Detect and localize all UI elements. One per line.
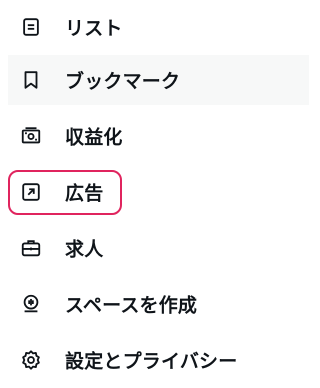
menu-item-label: ブックマーク	[65, 70, 181, 93]
list-icon	[20, 16, 42, 38]
menu-item-label: リスト	[65, 17, 123, 40]
menu-item-label: 求人	[65, 238, 104, 261]
gear-icon	[20, 349, 42, 371]
menu-item-monetization[interactable]: 収益化	[8, 111, 309, 161]
menu-item-label: 広告	[65, 182, 104, 205]
menu-item-ads[interactable]: 広告	[8, 167, 309, 217]
ads-external-link-icon	[20, 181, 42, 203]
more-menu: リスト ブックマーク 収益化 広告 求人 スペースを作成 設定とプライバシー	[0, 0, 309, 388]
menu-item-settings-privacy[interactable]: 設定とプライバシー	[8, 335, 309, 385]
briefcase-icon	[20, 237, 42, 259]
menu-item-create-space[interactable]: スペースを作成	[8, 279, 309, 329]
microphone-icon	[20, 293, 42, 315]
menu-item-bookmarks[interactable]: ブックマーク	[8, 55, 309, 105]
menu-item-jobs[interactable]: 求人	[8, 223, 309, 273]
bookmark-icon	[20, 69, 42, 91]
menu-item-label: スペースを作成	[65, 294, 198, 317]
menu-item-label: 収益化	[65, 126, 123, 149]
monetization-icon	[20, 125, 42, 147]
menu-item-lists[interactable]: リスト	[8, 2, 309, 52]
menu-item-label: 設定とプライバシー	[65, 350, 238, 373]
